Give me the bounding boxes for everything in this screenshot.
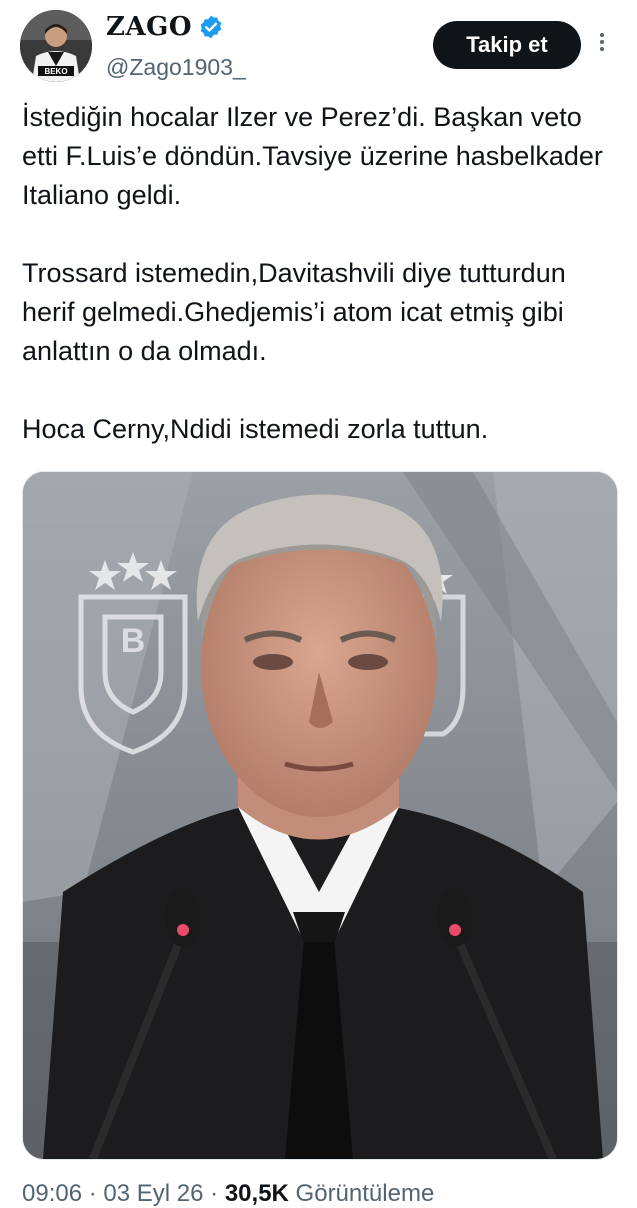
tweet-media-photo[interactable]: B [22,471,618,1160]
name-row: ZAGO [106,12,224,42]
display-name[interactable]: ZAGO [106,12,192,42]
tweet-paragraph: Trossard istemedin,Davitashvili diye tut… [22,258,566,366]
tweet-paragraph: Hoca Cerny,Ndidi istemedi zorla tuttun. [22,414,489,444]
follow-button[interactable]: Takip et [433,21,581,69]
meta-separator: · [88,1180,97,1207]
avatar-image: BEKO [20,10,92,82]
svg-text:B: B [121,622,146,660]
tweet-date[interactable]: 03 Eyl 26 [103,1180,203,1207]
tweet-meta: 09:06 · 03 Eyl 26 · 30,5K Görüntüleme [22,1180,434,1208]
tweet-paragraph: İstediğin hocalar Ilzer ve Perez’di. Baş… [22,102,603,210]
verified-badge-icon [200,15,222,39]
views-count: 30,5K [224,1180,289,1207]
tweet-time[interactable]: 09:06 [22,1180,82,1207]
tweet-text: İstediğin hocalar Ilzer ve Perez’di. Baş… [22,98,622,449]
avatar[interactable]: BEKO [20,10,92,82]
meta-separator: · [210,1180,219,1207]
more-options-icon[interactable] [596,30,608,58]
user-handle[interactable]: @Zago1903_ [106,54,246,81]
press-conference-photo: B [23,472,617,1159]
avatar-badge-text: BEKO [44,67,67,76]
views-label: Görüntüleme [295,1180,435,1207]
